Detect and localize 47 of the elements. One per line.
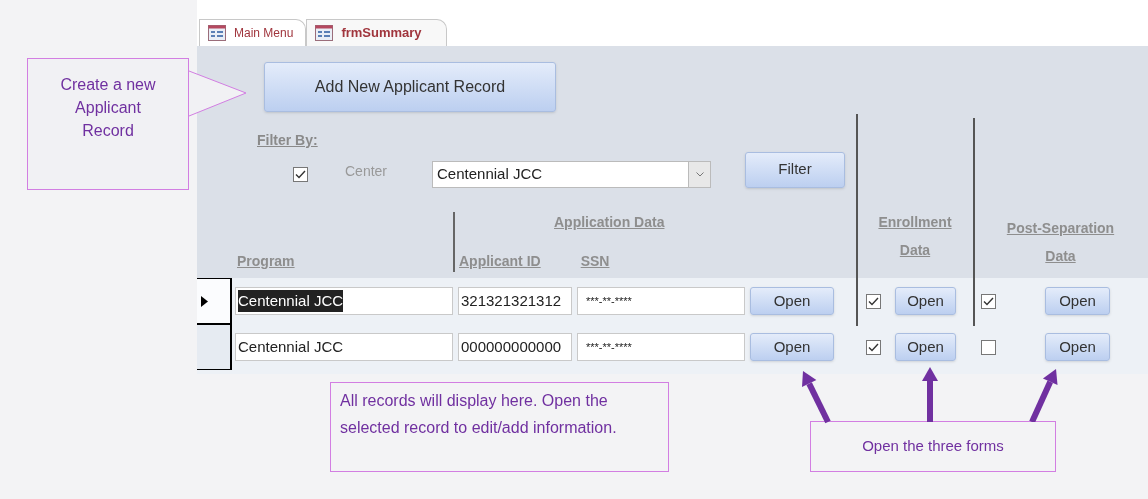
program-field[interactable]: Centennial JCC <box>235 333 453 361</box>
check-icon <box>868 342 879 352</box>
checkbox[interactable] <box>866 339 881 355</box>
check-icon <box>295 169 306 179</box>
checkbox[interactable] <box>981 339 996 355</box>
column-header: Post-Separation Data <box>1005 219 1116 266</box>
check-icon <box>983 296 994 306</box>
checkbox[interactable] <box>866 293 881 309</box>
checkbox[interactable] <box>981 293 996 309</box>
check-icon <box>868 296 879 306</box>
arrow <box>922 367 938 422</box>
form-icon <box>208 25 226 41</box>
open-button[interactable]: Open <box>1045 333 1110 361</box>
callout: Open the three forms <box>810 421 1056 472</box>
center-label: Center <box>345 161 388 181</box>
filter-label: Filter By: <box>257 131 318 151</box>
checkbox[interactable] <box>293 166 308 182</box>
arrow <box>1029 369 1058 422</box>
column-header: Enrollment Data <box>877 213 953 260</box>
form-icon <box>315 25 334 41</box>
open-button[interactable]: Open <box>895 333 956 361</box>
add-record-button[interactable]: Add New Applicant Record <box>264 62 556 113</box>
tab[interactable]: Main Menu <box>199 19 307 46</box>
callout: All records will display here. Open the selected record to edit/add information. <box>330 382 669 472</box>
column-header: Applicant ID <box>459 252 541 271</box>
callout-pointer <box>188 70 247 117</box>
chevron-down-icon <box>695 171 704 177</box>
filter-button[interactable]: Filter <box>745 151 846 188</box>
column-header: SSN <box>580 252 610 271</box>
center-dropdown[interactable]: Centennial JCC <box>432 160 712 188</box>
program-field[interactable]: Centennial JCC <box>235 287 453 315</box>
current-record-icon <box>201 295 208 307</box>
open-button[interactable]: Open <box>1045 287 1110 315</box>
record-selector[interactable] <box>197 278 232 324</box>
ssn-field[interactable]: ***-**-**** <box>577 333 745 361</box>
open-button[interactable]: Open <box>750 287 834 315</box>
applicant-id-field[interactable]: 000000000000 <box>458 333 572 361</box>
arrow <box>802 371 831 424</box>
tab[interactable]: frmSummary <box>306 19 447 46</box>
callout: Create a new Applicant Record <box>27 58 189 190</box>
column-group-header: Application Data <box>554 213 665 232</box>
open-button[interactable]: Open <box>895 287 956 315</box>
open-button[interactable]: Open <box>750 333 834 361</box>
record-selector[interactable] <box>197 324 232 370</box>
column-header: Program <box>237 253 295 269</box>
ssn-field[interactable]: ***-**-**** <box>577 287 745 315</box>
applicant-id-field[interactable]: 321321321312 <box>458 287 572 315</box>
